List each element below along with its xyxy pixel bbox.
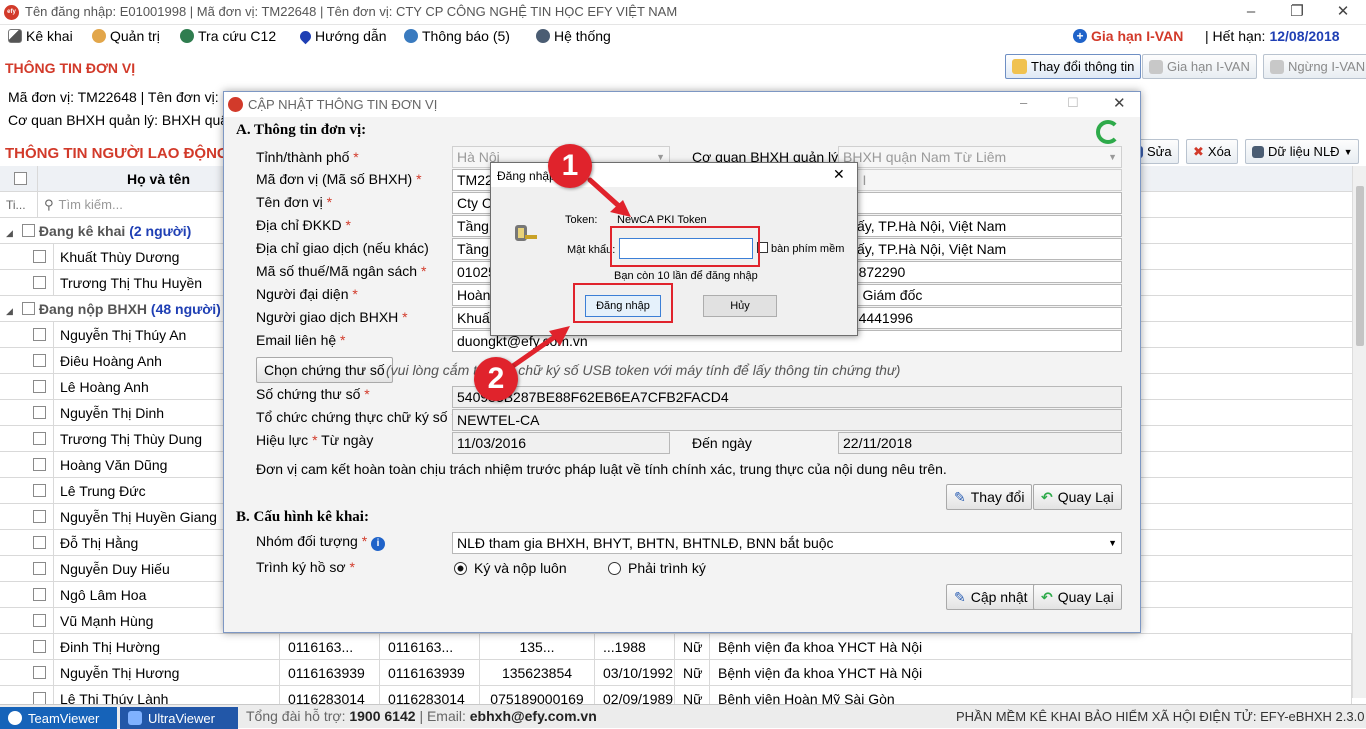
arrow-step1 [587,177,631,217]
arrow-step2 [507,326,570,371]
step2-badge: 2 [474,357,518,401]
annotation-arrows [507,177,631,371]
step1-badge: 1 [548,144,592,188]
